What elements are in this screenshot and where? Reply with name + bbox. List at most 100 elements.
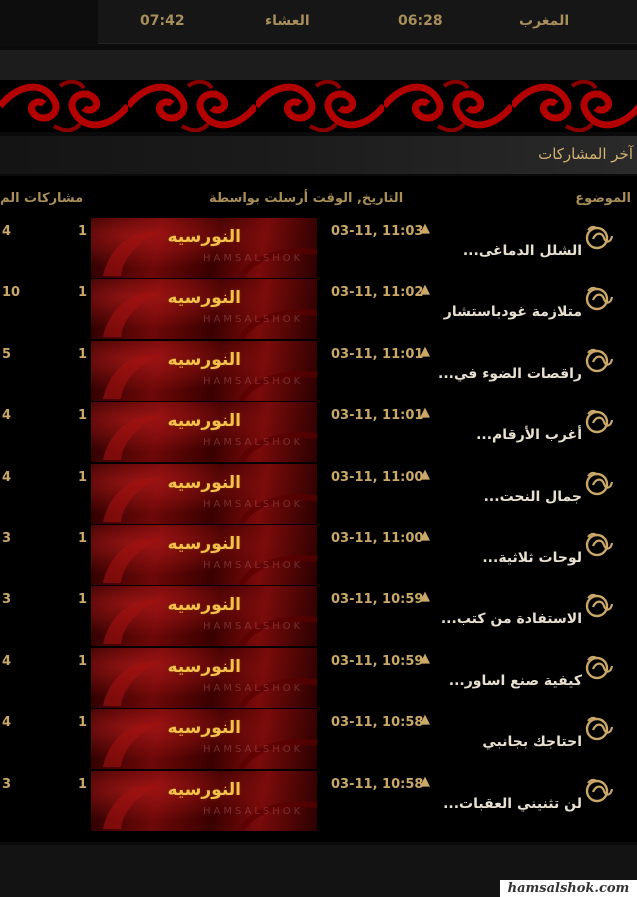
view-count: 3: [2, 531, 12, 546]
view-count: 4: [2, 715, 12, 731]
sender-avatar[interactable]: النورسيه HAMSALSHOK: [91, 525, 317, 585]
calligraphy-icon: [585, 287, 614, 311]
sender-avatar[interactable]: النورسيه HAMSALSHOK: [91, 218, 317, 278]
avatar-watermark: HAMSALSHOK: [203, 682, 304, 694]
avatar-watermark: HAMSALSHOK: [203, 375, 304, 387]
ornament-banner: [0, 80, 637, 132]
latest-posts-table: الموضوع التاريخ, الوقت أرسلت بواسطة مشار…: [0, 176, 637, 842]
topic-link[interactable]: راقصات الضوء في...: [438, 366, 582, 382]
reply-count: 1: [78, 776, 88, 792]
post-date: 03-11, 11:02: [331, 285, 424, 301]
view-count: 5: [2, 346, 12, 362]
avatar-watermark: HAMSALSHOK: [203, 560, 304, 571]
sender-name[interactable]: النورسيه: [167, 411, 241, 431]
table-row: لن تثنيني العقبات... ▲ 03-11, 10:58 النو…: [0, 770, 637, 832]
col-header-posts: مشاركات الم: [0, 191, 84, 206]
calligraphy-icon: [585, 655, 614, 679]
prayer-times-panel: المغرب 06:28 العشاء 07:42: [98, 0, 637, 44]
post-date: 03-11, 11:03: [331, 224, 424, 239]
avatar-watermark: HAMSALSHOK: [203, 253, 304, 264]
topic-link[interactable]: أغرب الأرقام...: [476, 427, 582, 443]
col-header-topic: الموضوع: [575, 191, 631, 206]
topic-link[interactable]: جمال النحت...: [484, 489, 582, 505]
table-row: كيفية صنع اساور... ▲ 03-11, 10:59 النورس…: [0, 647, 637, 709]
prayer-times-bar: المغرب 06:28 العشاء 07:42: [0, 0, 637, 46]
col-header-date-sender: التاريخ, الوقت أرسلت بواسطة: [209, 191, 404, 206]
avatar-watermark: HAMSALSHOK: [203, 744, 304, 756]
table-row: أغرب الأرقام... ▲ 03-11, 11:01 النورسيه …: [0, 402, 637, 463]
post-date: 03-11, 10:59: [331, 653, 424, 669]
topic-link[interactable]: الاستفادة من كتب...: [441, 611, 582, 627]
sender-name[interactable]: النورسيه: [167, 657, 241, 677]
view-count: 3: [2, 592, 12, 608]
table-row: الشلل الدماغى... ▲ 03-11, 11:03 النورسيه…: [0, 218, 637, 279]
table-row: لوحات ثلاثية... ▲ 03-11, 11:00 النورسيه …: [0, 525, 637, 586]
post-date: 03-11, 10:59: [331, 592, 424, 608]
view-count: 4: [2, 653, 12, 669]
topic-link[interactable]: احتاجك بجانبي: [482, 734, 582, 750]
calligraphy-icon: [585, 778, 614, 802]
topic-link[interactable]: الشلل الدماغى...: [463, 243, 582, 259]
sender-avatar[interactable]: النورسيه HAMSALSHOK: [91, 340, 317, 401]
reply-count: 1: [78, 346, 88, 362]
avatar-watermark: HAMSALSHOK: [203, 498, 304, 510]
calligraphy-icon: [585, 532, 614, 557]
sender-avatar[interactable]: النورسيه HAMSALSHOK: [91, 463, 317, 524]
prayer-time-maghrib: 06:28: [398, 13, 443, 29]
sender-avatar[interactable]: النورسيه HAMSALSHOK: [91, 647, 317, 708]
sender-name[interactable]: النورسيه: [167, 473, 241, 493]
table-row: جمال النحت... ▲ 03-11, 11:00 النورسيه HA…: [0, 463, 637, 525]
prayer-time-isha: 07:42: [140, 13, 185, 29]
table-row: راقصات الضوء في... ▲ 03-11, 11:01 النورس…: [0, 340, 637, 402]
post-date: 03-11, 11:00: [331, 531, 424, 546]
view-count: 3: [2, 776, 12, 792]
sender-name[interactable]: النورسيه: [167, 780, 241, 800]
table-row: متلازمة غودباستشار ▲ 03-11, 11:02 النورس…: [0, 279, 637, 340]
site-brand[interactable]: hamsalshok.com: [500, 880, 637, 897]
sender-name[interactable]: النورسيه: [167, 288, 241, 308]
topic-link[interactable]: متلازمة غودباستشار: [444, 304, 582, 320]
post-date: 03-11, 11:01: [331, 346, 424, 362]
reply-count: 1: [78, 531, 88, 546]
table-row: احتاجك بجانبي ▲ 03-11, 10:58 النورسيه HA…: [0, 709, 637, 770]
avatar-watermark: HAMSALSHOK: [203, 437, 304, 449]
sender-name[interactable]: النورسيه: [167, 350, 241, 370]
view-count: 4: [2, 224, 12, 239]
reply-count: 1: [78, 224, 88, 239]
reply-count: 1: [78, 408, 88, 424]
topic-link[interactable]: لن تثنيني العقبات...: [443, 796, 582, 812]
ornament-pattern: [0, 80, 637, 132]
calligraphy-icon: [585, 225, 614, 250]
calligraphy-icon: [585, 717, 614, 741]
post-date: 03-11, 11:01: [331, 408, 424, 424]
reply-count: 1: [78, 592, 88, 608]
sender-avatar[interactable]: النورسيه HAMSALSHOK: [91, 279, 317, 340]
reply-count: 1: [78, 715, 88, 731]
post-date: 03-11, 10:58: [331, 776, 424, 792]
view-count: 10: [2, 285, 21, 301]
post-date: 03-11, 11:00: [331, 469, 424, 485]
view-count: 4: [2, 469, 12, 485]
topic-link[interactable]: كيفية صنع اساور...: [449, 673, 582, 689]
reply-count: 1: [78, 653, 88, 669]
avatar-watermark: HAMSALSHOK: [203, 621, 304, 633]
calligraphy-icon: [585, 410, 614, 434]
sender-avatar[interactable]: النورسيه HAMSALSHOK: [91, 770, 317, 831]
calligraphy-icon: [585, 594, 614, 618]
sender-name[interactable]: النورسيه: [167, 595, 241, 615]
avatar-watermark: HAMSALSHOK: [203, 805, 304, 817]
reply-count: 1: [78, 285, 88, 301]
sender-name[interactable]: النورسيه: [167, 534, 241, 554]
sender-name[interactable]: النورسيه: [167, 227, 241, 247]
prayer-name-maghrib: المغرب: [519, 13, 570, 29]
avatar-watermark: HAMSALSHOK: [203, 314, 304, 326]
topic-link[interactable]: لوحات ثلاثية...: [482, 550, 582, 566]
sender-name[interactable]: النورسيه: [167, 718, 241, 738]
sender-avatar[interactable]: النورسيه HAMSALSHOK: [91, 586, 317, 647]
sender-avatar[interactable]: النورسيه HAMSALSHOK: [91, 709, 317, 770]
sender-avatar[interactable]: النورسيه HAMSALSHOK: [91, 402, 317, 463]
reply-count: 1: [78, 469, 88, 485]
separator-strip: [0, 50, 637, 80]
calligraphy-icon: [585, 471, 614, 495]
post-date: 03-11, 10:58: [331, 715, 424, 731]
